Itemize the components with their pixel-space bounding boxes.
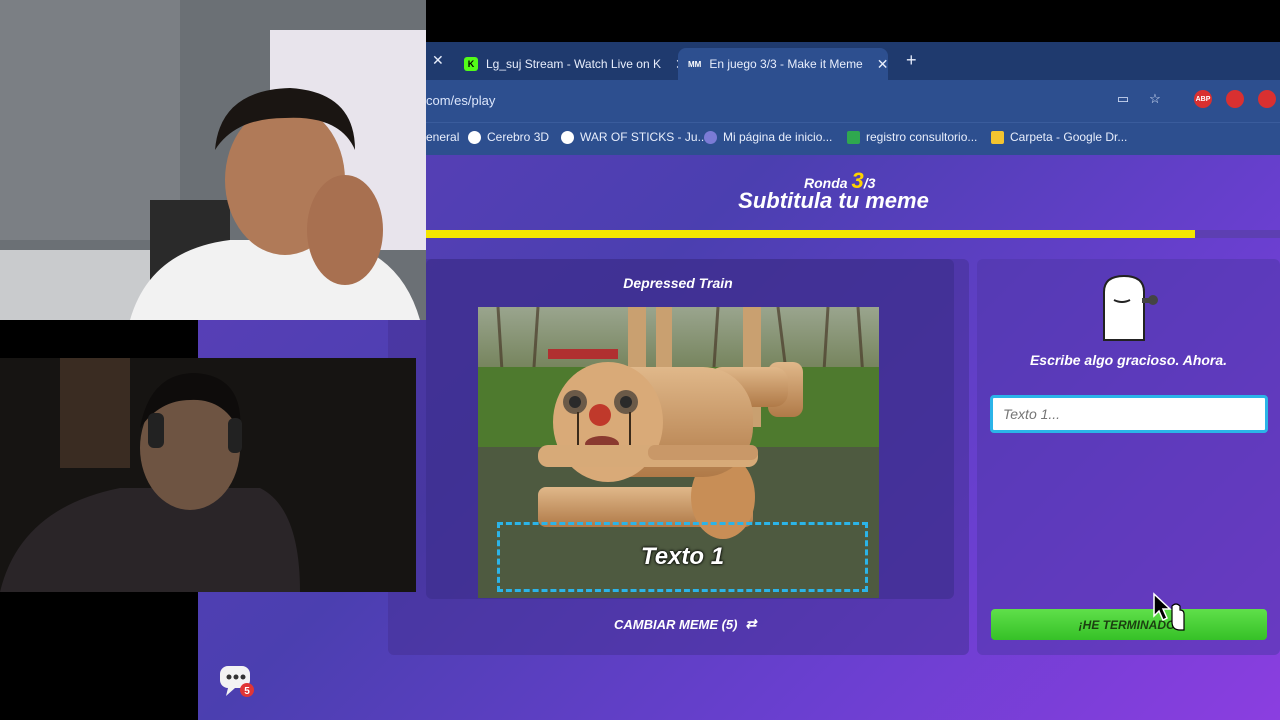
time-progress-bar [426,230,1280,238]
done-button[interactable]: ¡HE TERMINADO! [991,609,1267,640]
page-title: Subtitula tu meme [738,188,929,213]
chat-unread-count: 5 [244,686,250,697]
sheets-icon [847,130,860,144]
refresh-icon: ⇄ [745,616,757,631]
bookmark-item[interactable]: Mi página de inicio... [704,130,832,144]
tab-make-it-meme[interactable]: MM En juego 3/3 - Make it Meme ✕ [678,48,888,80]
new-tab-button[interactable]: + [906,50,917,71]
google-drive-icon [991,130,1004,144]
wordpress-icon [704,130,717,144]
change-meme-label: CAMBIAR MEME (5) [614,616,738,632]
bookmark-label: eneral [426,130,460,144]
close-icon[interactable]: ✕ [877,56,889,73]
bookmark-label: Carpeta - Google Dr... [1010,130,1128,144]
bookmark-item[interactable]: WAR OF STICKS - Ju... [561,130,708,144]
site-icon [561,130,574,144]
bookmark-label: Mi página de inicio... [723,130,833,144]
mouse-cursor-icon [1150,592,1186,632]
webcam-feed-1 [0,0,426,320]
tab-title: Lg_suj Stream - Watch Live on K [486,57,661,71]
webcam-feed-2 [0,358,416,592]
screen: ✕ K Lg_suj Stream - Watch Live on K ✕ MM… [0,0,1280,720]
bookmark-star-icon[interactable]: ☆ [1146,90,1164,108]
extension-hand-icon[interactable] [1226,90,1244,108]
make-it-meme-logo-icon: MM [688,57,702,71]
meme-name: Depressed Train [623,275,733,291]
chat-button[interactable]: 5 [218,664,256,698]
close-icon[interactable]: ✕ [432,52,444,69]
bookmark-label: Cerebro 3D [487,130,550,144]
url-field[interactable]: com/es/play [426,93,495,108]
kick-logo-icon: K [464,57,478,71]
address-bar: com/es/play ▭ ☆ ABP [426,80,1280,122]
browser-tab-bar: ✕ K Lg_suj Stream - Watch Live on K ✕ MM… [426,42,1280,80]
bookmark-item[interactable]: eneral [426,130,459,144]
install-app-icon[interactable]: ▭ [1114,90,1132,108]
bookmark-label: WAR OF STICKS - Ju... [580,130,708,144]
extension-m-icon[interactable] [1258,90,1276,108]
globe-icon [468,130,481,144]
adblock-extension-icon[interactable]: ABP [1194,90,1212,108]
mascot-drawing-icon [1096,272,1168,344]
progress-fill [426,230,1195,238]
bookmark-item[interactable]: Cerebro 3D [468,130,549,144]
caption-text-input[interactable] [990,395,1268,433]
caption-preview-box[interactable]: Texto 1 [497,522,868,592]
bookmark-item[interactable]: Carpeta - Google Dr... [991,130,1127,144]
tab-stream[interactable]: K Lg_suj Stream - Watch Live on K ✕ [454,48,697,80]
bookmark-item[interactable]: registro consultorio... [847,130,977,144]
chat-bubble-icon: 5 [220,666,254,697]
change-meme-button[interactable]: CAMBIAR MEME (5) ⇄ [614,616,756,632]
tab-title: En juego 3/3 - Make it Meme [709,57,863,71]
browser-top-bar [426,0,1280,42]
prompt-text: Escribe algo gracioso. Ahora. [1029,352,1228,368]
bookmarks-bar: eneral Cerebro 3D WAR OF STICKS - Ju... … [426,122,1280,155]
bookmark-label: registro consultorio... [866,130,978,144]
